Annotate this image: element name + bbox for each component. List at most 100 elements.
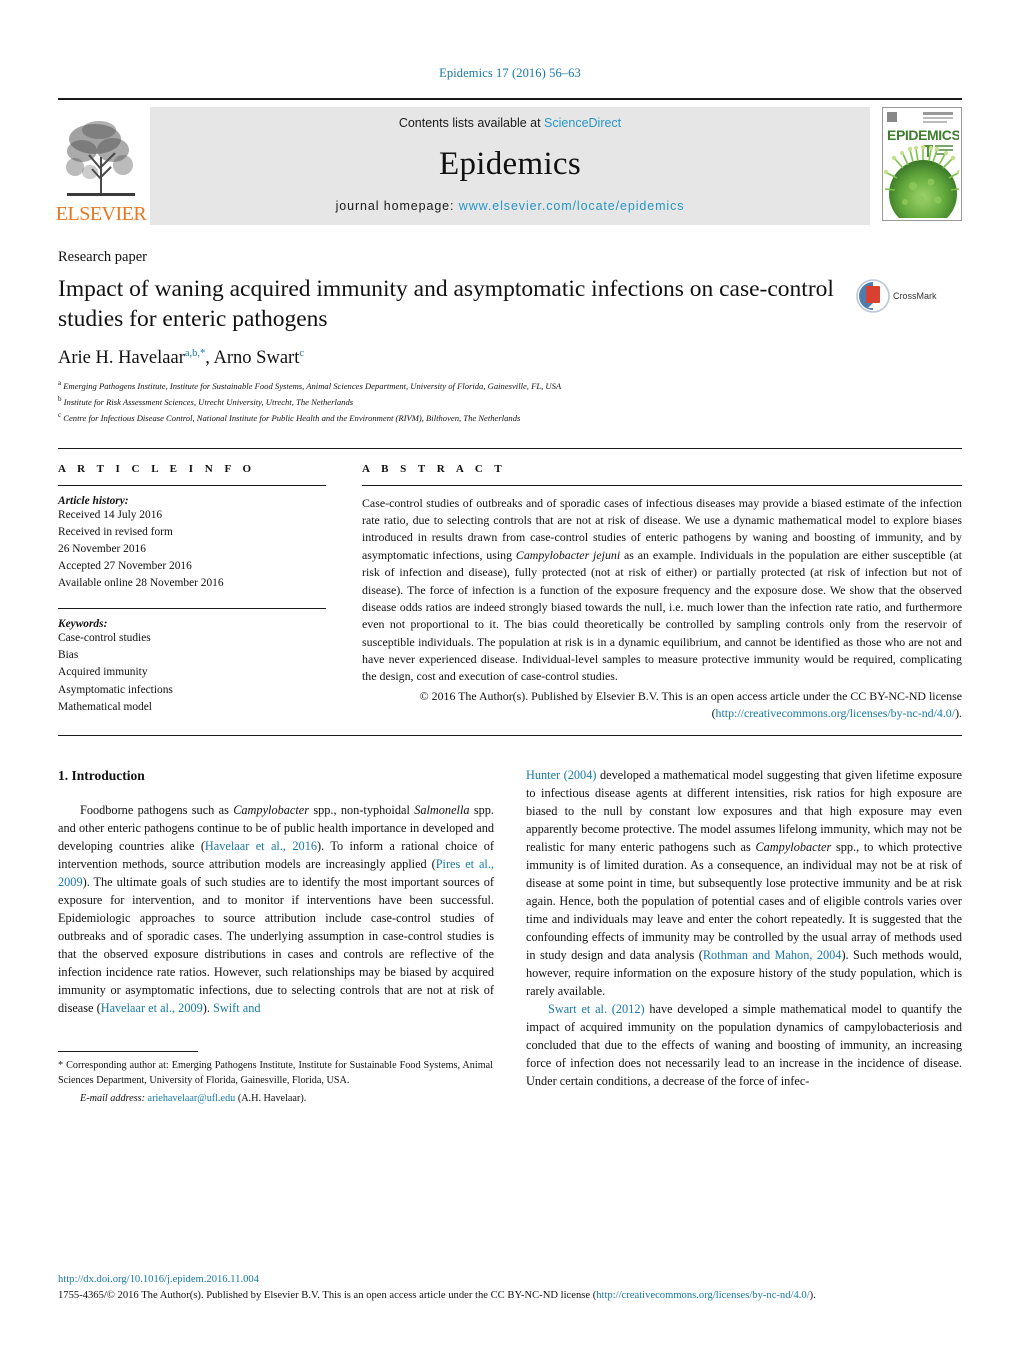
author-2-name: , Arno Swart xyxy=(205,348,300,369)
abstract-copyright: © 2016 The Author(s). Published by Elsev… xyxy=(362,688,962,723)
affiliation-list: a Emerging Pathogens Institute, Institut… xyxy=(58,378,962,425)
crossmark-badge[interactable]: CrossMark xyxy=(856,279,937,313)
article-info-heading: A R T I C L E I N F O xyxy=(58,462,256,475)
abstract-species-italic: Campylobacter jejuni xyxy=(515,547,621,562)
issn-post: ). xyxy=(809,1289,816,1301)
citation-link-swart-2012[interactable]: Swart et al. (2012) xyxy=(548,1002,645,1016)
intro-paragraph-left: Foodborne pathogens such as Campylobacte… xyxy=(58,801,494,1017)
masthead-center-panel: Contents lists available at ScienceDirec… xyxy=(150,107,870,225)
keyword-item: Bias xyxy=(58,649,79,662)
crossmark-label: CrossMark xyxy=(893,291,937,301)
intro-text: Foodborne pathogens such as xyxy=(80,803,234,818)
citation-link-havelaar-2016[interactable]: Havelaar et al., 2016 xyxy=(205,839,317,853)
history-item: Accepted 27 November 2016 xyxy=(58,560,192,573)
author-2-affiliation-markers[interactable]: c xyxy=(299,348,304,359)
issn-pre: 1755-4365/© 2016 The Author(s). Publishe… xyxy=(58,1289,597,1301)
intro-italic-salmonella: Salmonella xyxy=(414,803,470,818)
contents-prefix: Contents lists available at xyxy=(398,116,545,130)
divider xyxy=(58,484,326,486)
keyword-item: Mathematical model xyxy=(58,700,152,713)
affiliation-marker-b: b xyxy=(58,395,62,404)
page-footer: http://dx.doi.org/10.1016/j.epidem.2016.… xyxy=(58,1274,962,1303)
email-suffix: (A.H. Havelaar). xyxy=(235,1092,307,1104)
author-1-affiliation-markers[interactable]: a,b,* xyxy=(185,348,205,359)
citation-link-havelaar-2009[interactable]: Havelaar et al., 2009 xyxy=(101,1001,203,1015)
info-abstract-block: A R T I C L E I N F O Article history: R… xyxy=(58,447,962,723)
affiliation-marker-a: a xyxy=(58,379,62,388)
intro-paragraph-right-1: Hunter (2004) developed a mathematical m… xyxy=(526,766,962,1000)
keyword-item: Case-control studies xyxy=(58,632,151,645)
elsevier-tree-icon xyxy=(65,117,137,203)
sciencedirect-link[interactable]: ScienceDirect xyxy=(544,116,621,130)
keyword-item: Asymptomatic infections xyxy=(58,683,173,696)
affiliation-text-a: Emerging Pathogens Institute, Institute … xyxy=(63,381,562,392)
author-1-name: Arie H. Havelaar xyxy=(58,348,185,369)
footnote-rule xyxy=(58,1051,198,1059)
svg-text:EPIDEMICS: EPIDEMICS xyxy=(887,127,959,143)
affiliation-item: b Institute for Risk Assessment Sciences… xyxy=(58,394,962,410)
citation-link-hunter-2004[interactable]: Hunter (2004) xyxy=(526,768,596,782)
divider xyxy=(362,484,962,486)
intro-text: spp., non-typhoidal xyxy=(309,803,415,818)
affiliation-item: c Centre for Infectious Disease Control,… xyxy=(58,410,962,426)
intro-text: spp., to which protective immunity is of… xyxy=(526,839,962,962)
affiliation-text-c: Centre for Infectious Disease Control, N… xyxy=(63,412,521,423)
keywords-label: Keywords: xyxy=(58,618,108,631)
title-row: Impact of waning acquired immunity and a… xyxy=(58,275,962,334)
elsevier-logo: ELSEVIER xyxy=(55,107,147,225)
intro-italic-campylobacter: Campylobacter xyxy=(233,803,310,818)
abstract-text: Case-control studies of outbreaks and of… xyxy=(362,495,962,686)
running-head: Epidemics 17 (2016) 56–63 xyxy=(439,66,581,80)
email-footnote-line: E-mail address: ariehavelaar@ufl.edu (A.… xyxy=(58,1092,493,1107)
author-list: Arie H. Havelaara,b,*, Arno Swartc xyxy=(58,348,962,369)
history-item: Available online 28 November 2016 xyxy=(58,577,224,590)
intro-text: ). The ultimate goals of such studies ar… xyxy=(58,875,494,1016)
section-heading-introduction: 1. Introduction xyxy=(58,767,145,783)
journal-homepage-line: journal homepage: www.elsevier.com/locat… xyxy=(336,199,685,213)
paper-page: Epidemics 17 (2016) 56–63 ELSEVIER Conte… xyxy=(0,0,1020,1351)
email-link[interactable]: ariehavelaar@ufl.edu xyxy=(148,1093,236,1104)
keyword-item: Acquired immunity xyxy=(58,666,148,679)
body-column-right: Hunter (2004) developed a mathematical m… xyxy=(526,766,962,1107)
page-title: Impact of waning acquired immunity and a… xyxy=(58,276,834,332)
copyright-post: ). xyxy=(955,706,962,721)
cc-license-link[interactable]: http://creativecommons.org/licenses/by-n… xyxy=(716,706,956,720)
cc-license-link-footer[interactable]: http://creativecommons.org/licenses/by-n… xyxy=(596,1290,809,1301)
keywords-block: Keywords: Case-control studies Bias Acqu… xyxy=(58,608,326,716)
footnote-star-text: * Corresponding author at: Emerging Path… xyxy=(58,1060,493,1086)
citation-link-swift-and[interactable]: Swift and xyxy=(213,1001,260,1015)
contents-list-line: Contents lists available at ScienceDirec… xyxy=(399,116,621,130)
abstract-part-2: as an example. Individuals in the popula… xyxy=(362,547,962,684)
body-columns: 1. Introduction Foodborne pathogens such… xyxy=(58,766,962,1107)
corresponding-author-footnote: * Corresponding author at: Emerging Path… xyxy=(58,1059,493,1106)
article-type-label: Research paper xyxy=(58,249,147,265)
journal-cover-image: EPIDEMICS xyxy=(883,108,961,220)
journal-cover-thumbnail[interactable]: EPIDEMICS xyxy=(882,107,962,221)
abstract-heading: A B S T R A C T xyxy=(362,462,507,475)
citation-link-rothman-mahon-2004[interactable]: Rothman and Mahon, 2004 xyxy=(703,948,842,962)
body-column-left: 1. Introduction Foodborne pathogens such… xyxy=(58,766,494,1107)
article-history-label: Article history: xyxy=(58,494,129,507)
affiliation-item: a Emerging Pathogens Institute, Institut… xyxy=(58,378,962,394)
divider xyxy=(58,734,962,736)
intro-paragraph-right-2: Swart et al. (2012) have developed a sim… xyxy=(526,1000,962,1090)
crossmark-icon xyxy=(856,279,890,313)
doi-link[interactable]: http://dx.doi.org/10.1016/j.epidem.2016.… xyxy=(58,1274,962,1285)
article-info-column: A R T I C L E I N F O Article history: R… xyxy=(58,463,344,723)
email-label: E-mail address: xyxy=(80,1092,145,1104)
history-item: 26 November 2016 xyxy=(58,542,146,555)
homepage-url-link[interactable]: www.elsevier.com/locate/epidemics xyxy=(459,199,685,213)
intro-italic-campylobacter: Campylobacter xyxy=(755,839,832,854)
history-item: Received 14 July 2016 xyxy=(58,508,163,521)
journal-masthead: ELSEVIER Contents lists available at Sci… xyxy=(55,98,962,225)
homepage-prefix: journal homepage: xyxy=(335,199,459,213)
divider xyxy=(58,608,326,610)
history-item: Received in revised form xyxy=(58,525,173,538)
affiliation-text-b: Institute for Risk Assessment Sciences, … xyxy=(63,397,354,408)
issn-copyright-line: 1755-4365/© 2016 The Author(s). Publishe… xyxy=(58,1288,962,1303)
affiliation-marker-c: c xyxy=(58,410,62,419)
elsevier-wordmark: ELSEVIER xyxy=(55,203,147,225)
journal-title: Epidemics xyxy=(439,146,581,182)
intro-text: ). xyxy=(202,1001,214,1016)
abstract-column: A B S T R A C T Case-control studies of … xyxy=(344,463,962,723)
